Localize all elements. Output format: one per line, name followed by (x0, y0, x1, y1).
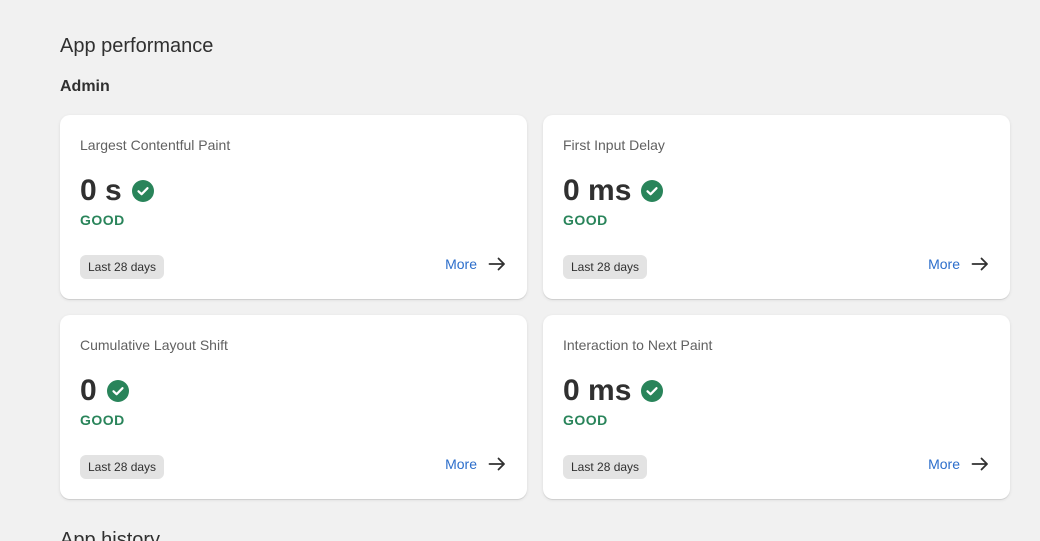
check-circle-icon (641, 380, 664, 402)
arrow-right-icon[interactable] (487, 254, 507, 274)
section-title: Admin (60, 78, 110, 95)
metric-value-row: 0 (80, 373, 129, 409)
page-title: App performance (60, 35, 214, 57)
check-circle-icon (131, 180, 154, 202)
more-link-label[interactable]: More (445, 456, 477, 472)
metric-title: Interaction to Next Paint (563, 337, 713, 353)
more-link[interactable]: More (928, 254, 990, 274)
metrics-grid: Largest Contentful Paint 0 s GOOD Last 2… (60, 115, 1010, 499)
next-section-title: App history (60, 529, 161, 541)
metric-value-row: 0 ms (563, 373, 664, 409)
metric-card-fid: First Input Delay 0 ms GOOD Last 28 days… (543, 115, 1010, 299)
period-badge: Last 28 days (563, 455, 648, 479)
metric-title: Largest Contentful Paint (80, 137, 231, 153)
metric-value-row: 0 s (80, 173, 154, 209)
arrow-right-icon[interactable] (970, 254, 990, 274)
arrow-right-icon[interactable] (487, 454, 507, 474)
more-link[interactable]: More (445, 254, 507, 274)
status-label: GOOD (563, 412, 608, 428)
metric-card-inp: Interaction to Next Paint 0 ms GOOD Last… (543, 315, 1010, 499)
more-link-label[interactable]: More (445, 256, 477, 272)
check-circle-icon (641, 180, 664, 202)
status-label: GOOD (80, 412, 125, 428)
arrow-right-icon[interactable] (970, 454, 990, 474)
status-label: GOOD (80, 212, 125, 228)
metric-value: 0 ms (563, 174, 632, 207)
metric-value: 0 ms (563, 374, 632, 407)
period-badge: Last 28 days (563, 255, 648, 279)
metric-card-cls: Cumulative Layout Shift 0 GOOD Last 28 d… (60, 315, 527, 499)
metric-value-row: 0 ms (563, 173, 664, 209)
status-label: GOOD (563, 212, 608, 228)
period-badge: Last 28 days (80, 455, 165, 479)
check-circle-icon (106, 380, 129, 402)
metric-title: Cumulative Layout Shift (80, 337, 228, 353)
metric-card-lcp: Largest Contentful Paint 0 s GOOD Last 2… (60, 115, 527, 299)
period-badge: Last 28 days (80, 255, 165, 279)
metric-title: First Input Delay (563, 137, 665, 153)
metric-value: 0 s (80, 174, 122, 207)
metric-value: 0 (80, 374, 97, 407)
more-link-label[interactable]: More (928, 256, 960, 272)
more-link-label[interactable]: More (928, 456, 960, 472)
more-link[interactable]: More (445, 454, 507, 474)
more-link[interactable]: More (928, 454, 990, 474)
